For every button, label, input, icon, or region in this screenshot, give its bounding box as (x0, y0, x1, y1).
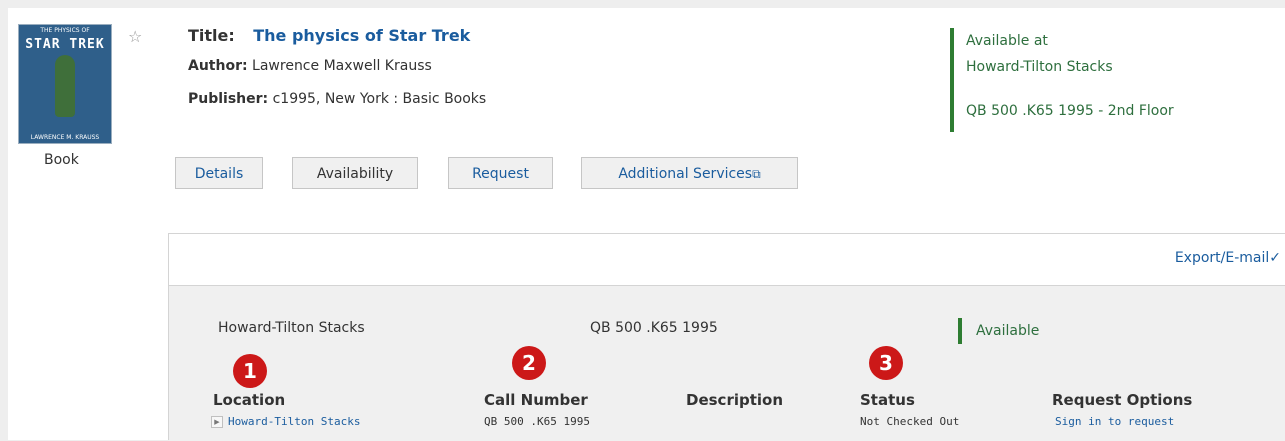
holding-location: Howard-Tilton Stacks (218, 320, 365, 336)
cover-top-text: THE PHYSICS OF (40, 27, 90, 34)
row-location-link[interactable]: Howard-Tilton Stacks (228, 415, 360, 428)
publisher-value: c1995, New York : Basic Books (272, 91, 487, 107)
book-cover-image[interactable]: THE PHYSICS OF STAR TREK LAWRENCE M. KRA… (18, 24, 112, 144)
author-label: Author: (188, 58, 248, 74)
column-header-request-options[interactable]: Request Options (1052, 391, 1192, 409)
author-value: Lawrence Maxwell Krauss (252, 58, 432, 74)
export-email-link[interactable]: Export/E-mail✓ (1175, 250, 1281, 266)
holdings-panel-header: Export/E-mail✓ (169, 234, 1285, 286)
publisher-label: Publisher: (188, 91, 269, 107)
export-email-label: Export/E-mail (1174, 250, 1270, 266)
sign-in-to-request-link[interactable]: Sign in to request (1055, 415, 1174, 428)
column-header-call-number[interactable]: Call Number (484, 391, 588, 409)
availability-location: Howard-Tilton Stacks (966, 59, 1113, 75)
publisher-row: Publisher: c1995, New York : Basic Books (188, 91, 486, 107)
holding-call-number: QB 500 .K65 1995 (590, 320, 718, 336)
star-icon[interactable]: ☆ (128, 27, 142, 46)
cover-author-text: LAWRENCE M. KRAUSS (30, 134, 100, 141)
holding-status: Available (958, 318, 1039, 344)
format-label: Book (44, 152, 79, 168)
expand-row-icon[interactable]: ▶ (211, 416, 223, 428)
availability-call-number: QB 500 .K65 1995 - 2nd Floor (966, 103, 1174, 119)
column-header-location[interactable]: Location (213, 391, 285, 409)
tab-details-label: Details (194, 166, 244, 182)
author-row: Author: Lawrence Maxwell Krauss (188, 58, 432, 74)
annotation-marker-1: 1 (233, 354, 267, 388)
column-header-status[interactable]: Status (860, 391, 915, 409)
tab-additional-services[interactable]: Additional Services⧉ (581, 157, 798, 189)
cover-title-text: STAR TREK (25, 37, 105, 52)
cover-figure (55, 55, 75, 117)
title-link[interactable]: The physics of Star Trek (253, 26, 470, 45)
availability-summary: Available at Howard-Tilton Stacks QB 500… (950, 28, 1174, 132)
row-call-number: QB 500 .K65 1995 (484, 415, 590, 428)
annotation-marker-2: 2 (512, 346, 546, 380)
row-status: Not Checked Out (860, 415, 960, 428)
tab-additional-services-label: Additional Services (618, 166, 753, 182)
chevron-down-icon: ✓ (1269, 250, 1281, 266)
availability-line1: Available at (966, 33, 1048, 49)
tab-details[interactable]: Details (175, 157, 263, 189)
title-label: Title: (188, 26, 235, 45)
annotation-marker-3: 3 (869, 346, 903, 380)
external-link-icon: ⧉ (752, 167, 761, 181)
tab-request-label: Request (472, 166, 529, 182)
title-row: Title: The physics of Star Trek (188, 26, 470, 45)
tab-availability[interactable]: Availability (292, 157, 418, 189)
column-header-description[interactable]: Description (686, 391, 783, 409)
tab-request[interactable]: Request (448, 157, 553, 189)
tab-availability-label: Availability (316, 166, 394, 182)
